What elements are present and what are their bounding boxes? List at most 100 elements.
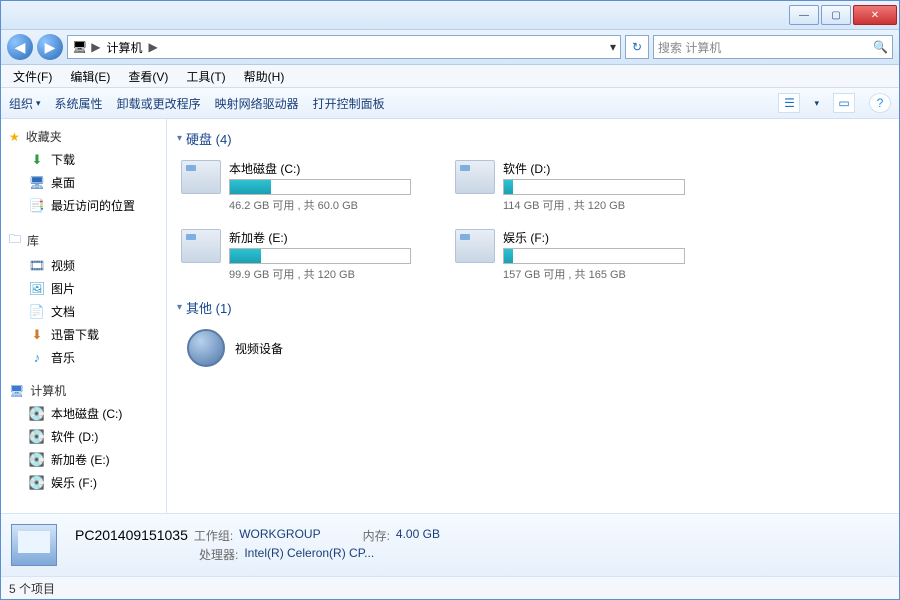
titlebar[interactable]: — ▢ ✕ bbox=[1, 1, 899, 30]
address-sep-icon: ▶ bbox=[91, 40, 100, 54]
workgroup-label: 工作组: bbox=[194, 527, 233, 544]
star-icon: ★ bbox=[9, 130, 20, 144]
menu-view[interactable]: 查看(V) bbox=[120, 66, 176, 87]
menu-help[interactable]: 帮助(H) bbox=[236, 66, 293, 87]
item-icon: ⬇ bbox=[29, 327, 45, 343]
drive-item[interactable]: 新加卷 (E:)99.9 GB 可用 , 共 120 GB bbox=[181, 229, 451, 282]
usage-bar bbox=[503, 248, 685, 264]
sidebar-item-lib-2[interactable]: 📄 文档 bbox=[1, 300, 166, 323]
sidebar-item-comp-3[interactable]: 💽 娱乐 (F:) bbox=[1, 471, 166, 494]
item-label: 本地磁盘 (C:) bbox=[51, 405, 122, 422]
drive-free-text: 114 GB 可用 , 共 120 GB bbox=[503, 197, 725, 213]
address-drop-icon[interactable]: ▾ bbox=[610, 40, 616, 54]
device-label: 视频设备 bbox=[235, 340, 283, 357]
drive-icon bbox=[455, 229, 495, 263]
item-label: 文档 bbox=[51, 303, 75, 320]
search-placeholder: 搜索 计算机 bbox=[658, 39, 721, 56]
usage-bar bbox=[229, 179, 411, 195]
organize-button[interactable]: 组织 ▾ bbox=[9, 95, 41, 112]
sidebar-item-fav-0[interactable]: ⬇下载 bbox=[1, 148, 166, 171]
item-icon: 📑 bbox=[29, 198, 45, 214]
item-icon: ♪ bbox=[29, 350, 45, 366]
back-button[interactable]: ◀ bbox=[7, 34, 33, 60]
drive-name: 软件 (D:) bbox=[503, 160, 725, 177]
memory-label: 内存: bbox=[363, 527, 390, 544]
other-device-item[interactable]: 视频设备 bbox=[177, 325, 889, 371]
workgroup-value: WORKGROUP bbox=[239, 527, 320, 544]
drive-name: 娱乐 (F:) bbox=[503, 229, 725, 246]
forward-button[interactable]: ▶ bbox=[37, 34, 63, 60]
item-label: 软件 (D:) bbox=[51, 428, 98, 445]
computer-large-icon bbox=[11, 524, 57, 566]
item-label: 迅雷下载 bbox=[51, 326, 99, 343]
sidebar-item-comp-0[interactable]: 💽本地磁盘 (C:) bbox=[1, 402, 166, 425]
computer-icon: 🖥 bbox=[9, 384, 24, 398]
search-input[interactable]: 搜索 计算机 🔍 bbox=[653, 35, 893, 59]
usage-bar bbox=[229, 248, 411, 264]
explorer-window: — ▢ ✕ ◀ ▶ 🖥 ▶ 计算机 ▶ ▾ ↻ 搜索 计算机 🔍 文件(F) 编… bbox=[0, 0, 900, 600]
item-icon: 🖥 bbox=[29, 175, 45, 191]
menu-edit[interactable]: 编辑(E) bbox=[62, 66, 118, 87]
view-mode-button[interactable]: ☰ bbox=[778, 93, 800, 113]
menu-bar: 文件(F) 编辑(E) 查看(V) 工具(T) 帮助(H) bbox=[1, 65, 899, 88]
menu-file[interactable]: 文件(F) bbox=[5, 66, 60, 87]
sidebar-item-lib-4[interactable]: ♪音乐 bbox=[1, 346, 166, 369]
favorites-header[interactable]: ★ 收藏夹 bbox=[1, 125, 166, 148]
libraries-header[interactable]: 🗀 库 bbox=[1, 227, 166, 254]
sidebar-item-lib-0[interactable]: 🎞视频 bbox=[1, 254, 166, 277]
sidebar-item-fav-2[interactable]: 📑最近访问的位置 bbox=[1, 194, 166, 217]
drive-name: 新加卷 (E:) bbox=[229, 229, 451, 246]
drive-name: 本地磁盘 (C:) bbox=[229, 160, 451, 177]
sidebar-item-lib-1[interactable]: 🖼图片 bbox=[1, 277, 166, 300]
collapse-icon: ▾ bbox=[177, 302, 182, 313]
status-text: 5 个项目 bbox=[9, 580, 55, 597]
refresh-button[interactable]: ↻ bbox=[625, 35, 649, 59]
minimize-button[interactable]: — bbox=[789, 5, 819, 25]
drive-icon bbox=[181, 229, 221, 263]
item-label: 新加卷 (E:) bbox=[51, 451, 110, 468]
details-pane: PC201409151035 工作组: WORKGROUP 内存: 4.00 G… bbox=[1, 513, 899, 576]
hard-drives-label: 硬盘 (4) bbox=[186, 129, 232, 148]
nav-pane[interactable]: ★ 收藏夹 ⬇下载 🖥 桌面 📑最近访问的位置 🗀 库 🎞视频🖼图片 📄 文档 ⬇ 迅雷下载 ♪… bbox=[1, 119, 167, 513]
computer-icon: 🖥 bbox=[72, 40, 87, 54]
other-header[interactable]: ▾ 其他 (1) bbox=[177, 298, 889, 317]
sidebar-item-comp-2[interactable]: 💽 新加卷 (E:) bbox=[1, 448, 166, 471]
processor-value: Intel(R) Celeron(R) CP... bbox=[244, 546, 374, 563]
search-icon: 🔍 bbox=[873, 40, 888, 54]
sidebar-item-fav-1[interactable]: 🖥 桌面 bbox=[1, 171, 166, 194]
maximize-button[interactable]: ▢ bbox=[821, 5, 851, 25]
computer-group: 🖥 计算机 💽本地磁盘 (C:)💽软件 (D:) 💽 新加卷 (E:) 💽 娱乐 (F:… bbox=[1, 379, 166, 494]
item-icon: 📄 bbox=[29, 304, 45, 320]
status-bar: 5 个项目 bbox=[1, 576, 899, 599]
item-icon: 💽 bbox=[29, 475, 45, 491]
address-bar[interactable]: 🖥 ▶ 计算机 ▶ ▾ bbox=[67, 35, 621, 59]
favorites-group: ★ 收藏夹 ⬇下载 🖥 桌面 📑最近访问的位置 bbox=[1, 125, 166, 217]
control-panel-button[interactable]: 打开控制面板 bbox=[313, 95, 385, 112]
help-button[interactable]: ? bbox=[869, 93, 891, 113]
organize-label: 组织 bbox=[9, 95, 33, 112]
content-pane[interactable]: ▾ 硬盘 (4) 本地磁盘 (C:)46.2 GB 可用 , 共 60.0 GB… bbox=[167, 119, 899, 513]
hard-drives-header[interactable]: ▾ 硬盘 (4) bbox=[177, 129, 889, 148]
map-drive-button[interactable]: 映射网络驱动器 bbox=[215, 95, 299, 112]
sidebar-item-comp-1[interactable]: 💽软件 (D:) bbox=[1, 425, 166, 448]
item-icon: 💽 bbox=[29, 452, 45, 468]
drive-item[interactable]: 本地磁盘 (C:)46.2 GB 可用 , 共 60.0 GB bbox=[181, 160, 451, 213]
uninstall-button[interactable]: 卸载或更改程序 bbox=[117, 95, 201, 112]
drive-item[interactable]: 软件 (D:) 114 GB 可用 , 共 120 GB bbox=[455, 160, 725, 213]
system-properties-button[interactable]: 系统属性 bbox=[55, 95, 103, 112]
computer-header[interactable]: 🖥 计算机 bbox=[1, 379, 166, 402]
preview-pane-button[interactable]: ▭ bbox=[833, 93, 855, 113]
drive-item[interactable]: 娱乐 (F:)157 GB 可用 , 共 165 GB bbox=[455, 229, 725, 282]
sidebar-item-lib-3[interactable]: ⬇ 迅雷下载 bbox=[1, 323, 166, 346]
close-button[interactable]: ✕ bbox=[853, 5, 897, 25]
chevron-down-icon: ▾ bbox=[36, 98, 41, 109]
item-label: 桌面 bbox=[51, 174, 75, 191]
address-sep-icon[interactable]: ▶ bbox=[148, 40, 157, 54]
breadcrumb-computer[interactable]: 计算机 bbox=[104, 39, 144, 56]
chevron-down-icon[interactable]: ▾ bbox=[814, 98, 819, 109]
menu-tools[interactable]: 工具(T) bbox=[178, 66, 233, 87]
item-label: 娱乐 (F:) bbox=[51, 474, 97, 491]
libraries-group: 🗀 库 🎞视频🖼图片 📄 文档 ⬇ 迅雷下载 ♪音乐 bbox=[1, 227, 166, 369]
memory-value: 4.00 GB bbox=[396, 527, 440, 544]
libraries-label: 库 bbox=[27, 232, 39, 249]
